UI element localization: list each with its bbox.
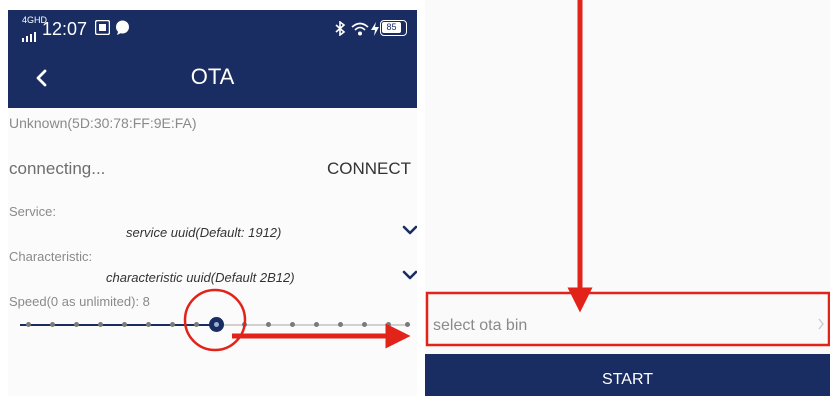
highlight-box bbox=[425, 291, 830, 347]
highlight-circle bbox=[183, 288, 247, 352]
annotation-overlay bbox=[183, 0, 830, 352]
